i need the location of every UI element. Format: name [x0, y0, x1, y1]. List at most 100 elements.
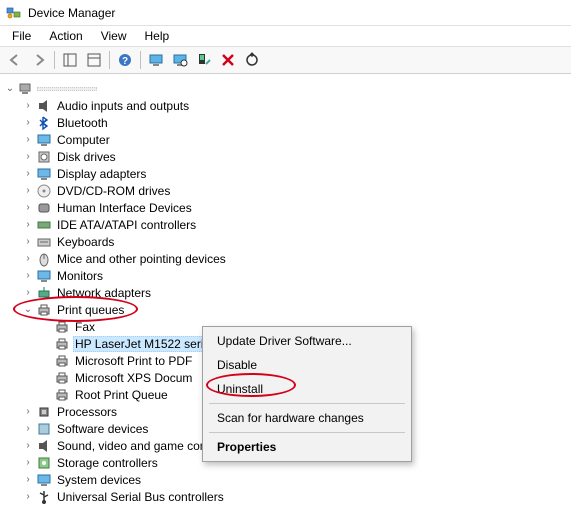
update-driver-button[interactable]: [241, 49, 263, 71]
chevron-right-icon[interactable]: ›: [22, 100, 34, 112]
tree-category[interactable]: › System devices: [4, 471, 567, 488]
monitor-icon: [36, 268, 52, 284]
chevron-right-icon[interactable]: ›: [22, 270, 34, 282]
cpu-icon: [36, 404, 52, 420]
tree-root-label: [37, 87, 97, 91]
scan-hardware-button[interactable]: [193, 49, 215, 71]
tree-category-label: System devices: [55, 472, 143, 488]
menu-help[interactable]: Help: [137, 27, 178, 45]
chevron-right-icon[interactable]: ›: [22, 423, 34, 435]
tree-category-label: Monitors: [55, 268, 105, 284]
device-manager-icon: [6, 5, 22, 21]
back-button[interactable]: [4, 49, 26, 71]
tree-category-label: Storage controllers: [55, 455, 160, 471]
tree-category-label: Network adapters: [55, 285, 153, 301]
chevron-right-icon[interactable]: ›: [22, 202, 34, 214]
chevron-right-icon[interactable]: ›: [22, 253, 34, 265]
cm-update-driver[interactable]: Update Driver Software...: [205, 329, 409, 353]
tree-category-label: Keyboards: [55, 234, 116, 250]
chevron-right-icon[interactable]: ›: [22, 117, 34, 129]
tree-device-label: Fax: [73, 319, 97, 335]
printer-icon: [54, 319, 70, 335]
chevron-right-icon[interactable]: ›: [22, 406, 34, 418]
hid-icon: [36, 200, 52, 216]
tree-category-label: Universal Serial Bus controllers: [55, 489, 226, 505]
uninstall-button[interactable]: [217, 49, 239, 71]
tree-category[interactable]: › Keyboards: [4, 233, 567, 250]
chevron-right-icon[interactable]: ›: [22, 151, 34, 163]
chevron-right-icon[interactable]: ›: [22, 134, 34, 146]
printer-icon: [36, 302, 52, 318]
tree-category-label: Audio inputs and outputs: [55, 98, 191, 114]
show-hide-tree-button[interactable]: [59, 49, 81, 71]
menu-view[interactable]: View: [93, 27, 135, 45]
chevron-right-icon[interactable]: ›: [22, 440, 34, 452]
mouse-icon: [36, 251, 52, 267]
properties-button[interactable]: [83, 49, 105, 71]
tree-category[interactable]: › Audio inputs and outputs: [4, 97, 567, 114]
tree-category-label: Human Interface Devices: [55, 200, 194, 216]
chevron-down-icon[interactable]: ⌄: [22, 304, 34, 316]
chevron-right-icon[interactable]: ›: [22, 474, 34, 486]
tree-category[interactable]: › Monitors: [4, 267, 567, 284]
toolbar: ?: [0, 46, 571, 74]
window-title: Device Manager: [28, 6, 115, 20]
tree-category[interactable]: › Bluetooth: [4, 114, 567, 131]
speaker-icon: [36, 438, 52, 454]
disk-icon: [36, 149, 52, 165]
keyboard-icon: [36, 234, 52, 250]
menu-action[interactable]: Action: [41, 27, 90, 45]
tree-category[interactable]: ›Computer: [4, 131, 567, 148]
tree-device-label: Microsoft XPS Docum: [73, 370, 194, 386]
chevron-right-icon[interactable]: ›: [22, 236, 34, 248]
chevron-right-icon[interactable]: ›: [22, 185, 34, 197]
action-monitor-button[interactable]: [145, 49, 167, 71]
storage-icon: [36, 455, 52, 471]
tree-category-label: Software devices: [55, 421, 150, 437]
menu-file[interactable]: File: [4, 27, 39, 45]
tree-category-label: Print queues: [55, 302, 126, 318]
tree-category-label: Display adapters: [55, 166, 148, 182]
chevron-right-icon[interactable]: ›: [22, 219, 34, 231]
toolbar-separator: [109, 51, 110, 69]
tree-category[interactable]: ⌄ Print queues: [4, 301, 567, 318]
chevron-right-icon[interactable]: ›: [22, 491, 34, 503]
computer-root-icon: [18, 81, 34, 97]
chevron-down-icon[interactable]: ⌄: [4, 83, 16, 95]
tree-category-label: Bluetooth: [55, 115, 110, 131]
cm-uninstall[interactable]: Uninstall: [205, 377, 409, 401]
cm-properties[interactable]: Properties: [205, 435, 409, 459]
cm-scan-hardware[interactable]: Scan for hardware changes: [205, 406, 409, 430]
tree-category[interactable]: › Disk drives: [4, 148, 567, 165]
menubar: File Action View Help: [0, 26, 571, 46]
cm-disable[interactable]: Disable: [205, 353, 409, 377]
chevron-right-icon[interactable]: ›: [22, 457, 34, 469]
monitor-icon: [36, 166, 52, 182]
bluetooth-icon: [36, 115, 52, 131]
view-monitor-button[interactable]: [169, 49, 191, 71]
help-button[interactable]: ?: [114, 49, 136, 71]
chevron-right-icon[interactable]: ›: [22, 168, 34, 180]
ide-icon: [36, 217, 52, 233]
tree-category[interactable]: ›IDE ATA/ATAPI controllers: [4, 216, 567, 233]
tree-category[interactable]: › Display adapters: [4, 165, 567, 182]
disc-icon: [36, 183, 52, 199]
printer-icon: [54, 353, 70, 369]
tree-category[interactable]: › Human Interface Devices: [4, 199, 567, 216]
network-icon: [36, 285, 52, 301]
printer-icon: [54, 336, 70, 352]
tree-category-label: Disk drives: [55, 149, 118, 165]
forward-button[interactable]: [28, 49, 50, 71]
chevron-right-icon[interactable]: ›: [22, 287, 34, 299]
tree-category[interactable]: ›Mice and other pointing devices: [4, 250, 567, 267]
tree-category[interactable]: ›DVD/CD-ROM drives: [4, 182, 567, 199]
tree-root[interactable]: ⌄: [4, 80, 567, 97]
tree-category[interactable]: › Universal Serial Bus controllers: [4, 488, 567, 505]
monitor-icon: [36, 472, 52, 488]
tree-device-label: Microsoft Print to PDF: [73, 353, 194, 369]
printer-icon: [54, 387, 70, 403]
context-menu: Update Driver Software... Disable Uninst…: [202, 326, 412, 462]
tree-category[interactable]: › Network adapters: [4, 284, 567, 301]
context-menu-separator: [209, 432, 405, 433]
titlebar: Device Manager: [0, 0, 571, 26]
